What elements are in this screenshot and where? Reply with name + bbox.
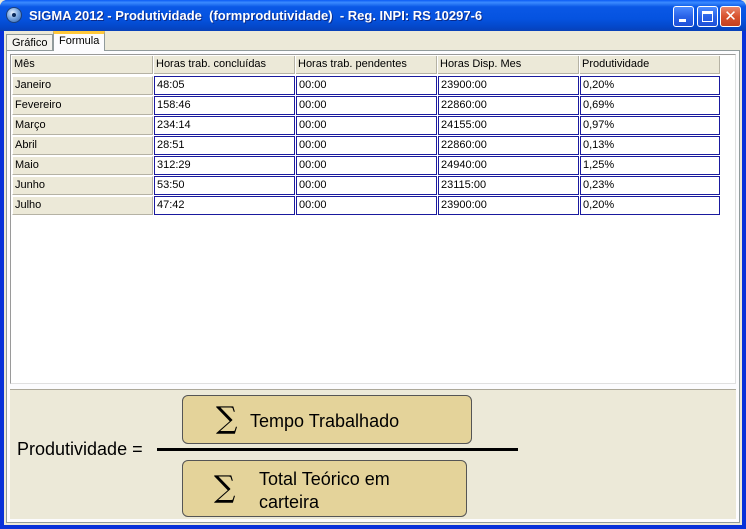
maximize-button[interactable] [697, 6, 718, 27]
sigma-icon: ∑ [214, 470, 236, 505]
cell-month: Março [12, 116, 153, 135]
formula-label: Produtividade = [17, 439, 143, 459]
tab-panel-formula: Mês Horas trab. concluídas Horas trab. pen… [6, 50, 740, 523]
cell-hours-done[interactable]: 234:14 [154, 116, 295, 135]
column-header-hours-pending[interactable]: Horas trab. pendentes [296, 56, 437, 74]
productivity-grid[interactable]: Mês Horas trab. concluídas Horas trab. pen… [10, 54, 736, 384]
cell-hours-available[interactable]: 23115:00 [438, 176, 579, 195]
cell-hours-pending[interactable]: 00:00 [296, 176, 437, 195]
column-header-hours-available[interactable]: Horas Disp. Mes [438, 56, 579, 74]
maximize-icon [702, 11, 713, 22]
cell-hours-done[interactable]: 47:42 [154, 196, 295, 215]
cell-productivity[interactable]: 0,97% [580, 116, 720, 135]
cell-hours-pending[interactable]: 00:00 [296, 76, 437, 95]
cell-hours-done[interactable]: 48:05 [154, 76, 295, 95]
column-header-month[interactable]: Mês [12, 56, 153, 74]
cell-month: Maio [12, 156, 153, 175]
window-client-area: Gráfico Formula Mês Horas trab. concluída… [4, 31, 742, 525]
cell-month: Fevereiro [12, 96, 153, 115]
cell-hours-done[interactable]: 28:51 [154, 136, 295, 155]
cell-hours-pending[interactable]: 00:00 [296, 156, 437, 175]
app-window: SIGMA 2012 - Produtividade (formprodutiv… [0, 0, 746, 529]
cell-hours-available[interactable]: 24155:00 [438, 116, 579, 135]
cell-productivity[interactable]: 0,23% [580, 176, 720, 195]
column-header-productivity[interactable]: Produtividade [580, 56, 720, 74]
tab-formula[interactable]: Formula [53, 31, 105, 51]
minimize-button[interactable] [673, 6, 694, 27]
cell-hours-done[interactable]: 53:50 [154, 176, 295, 195]
cell-hours-pending[interactable]: 00:00 [296, 96, 437, 115]
fraction-bar [157, 448, 518, 451]
cell-hours-available[interactable]: 22860:00 [438, 136, 579, 155]
cell-productivity[interactable]: 1,25% [580, 156, 720, 175]
close-icon: ✕ [724, 7, 737, 25]
cell-productivity[interactable]: 0,20% [580, 196, 720, 215]
formula-numerator-box: ∑ Tempo Trabalhado [182, 395, 472, 444]
cell-hours-available[interactable]: 24940:00 [438, 156, 579, 175]
cell-hours-pending[interactable]: 00:00 [296, 196, 437, 215]
sigma-icon: ∑ [216, 401, 238, 436]
cell-hours-available[interactable]: 22860:00 [438, 96, 579, 115]
cell-productivity[interactable]: 0,69% [580, 96, 720, 115]
cell-hours-available[interactable]: 23900:00 [438, 76, 579, 95]
cell-productivity[interactable]: 0,13% [580, 136, 720, 155]
column-header-hours-done[interactable]: Horas trab. concluídas [154, 56, 295, 74]
cell-hours-done[interactable]: 158:46 [154, 96, 295, 115]
cell-month: Janeiro [12, 76, 153, 95]
close-button[interactable]: ✕ [720, 6, 741, 27]
formula-denominator-box: ∑ Total Teórico em carteira [182, 460, 467, 517]
cell-hours-available[interactable]: 23900:00 [438, 196, 579, 215]
app-icon[interactable] [6, 7, 22, 23]
minimize-icon [679, 19, 686, 22]
cell-month: Abril [12, 136, 153, 155]
cell-month: Junho [12, 176, 153, 195]
cell-hours-done[interactable]: 312:29 [154, 156, 295, 175]
tab-grafico[interactable]: Gráfico [6, 34, 53, 51]
title-bar[interactable]: SIGMA 2012 - Produtividade (formprodutiv… [0, 0, 746, 31]
formula-numerator-text: Tempo Trabalhado [250, 411, 400, 431]
cell-hours-pending[interactable]: 00:00 [296, 136, 437, 155]
tab-strip: Gráfico Formula [4, 31, 742, 51]
cell-productivity[interactable]: 0,20% [580, 76, 720, 95]
formula-denominator-text: Total Teórico em carteira [259, 469, 390, 512]
window-title: SIGMA 2012 - Produtividade (formprodutiv… [29, 8, 483, 23]
cell-month: Julho [12, 196, 153, 215]
cell-hours-pending[interactable]: 00:00 [296, 116, 437, 135]
formula-panel: Produtividade = ∑ Tempo Trabalhado ∑ Tot… [10, 389, 736, 519]
